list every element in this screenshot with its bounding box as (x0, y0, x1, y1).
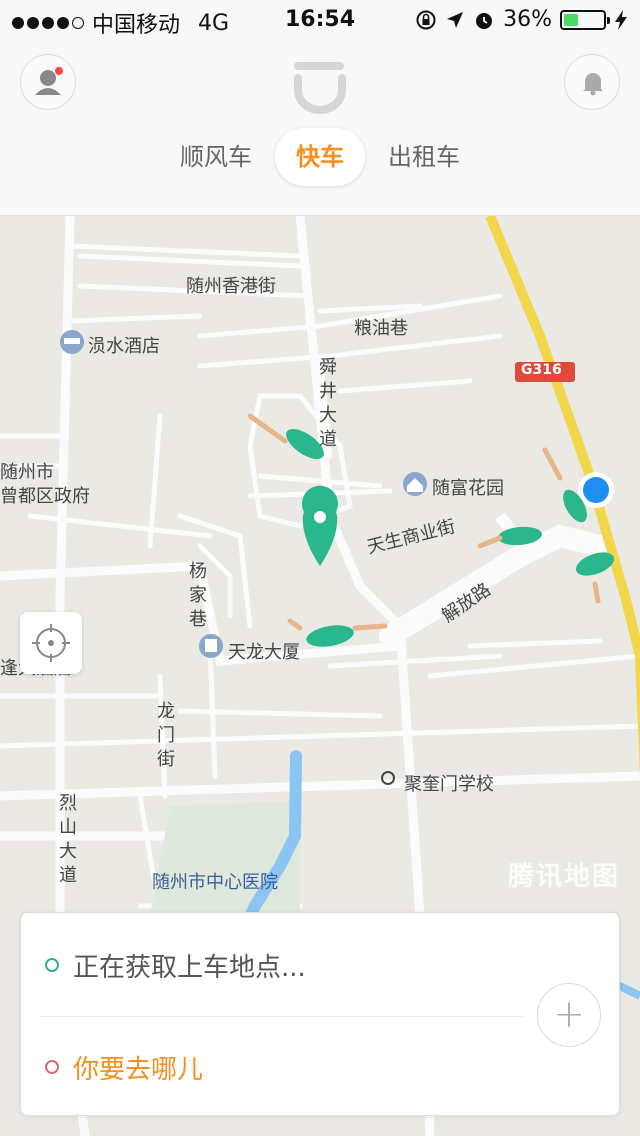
map-label: 粮油巷 (354, 318, 408, 339)
map-label: 杨家巷 (189, 561, 207, 630)
destination-row[interactable]: 你要去哪儿 (45, 1017, 595, 1117)
user-icon (35, 70, 61, 95)
map-label: 龙门街 (157, 701, 175, 770)
status-bar: 中国移动 4G 16:54 36% (0, 0, 640, 40)
map-label: 聚奎门学校 (404, 774, 494, 795)
map-watermark: 腾讯地图 (507, 862, 620, 892)
map-label: 曾都区政府 (0, 486, 90, 507)
app-header: 顺风车 快车 出租车 (0, 40, 640, 216)
hotel-poi-icon (60, 330, 84, 354)
battery-icon (560, 9, 610, 30)
map-label: 舜井大道 (319, 357, 337, 450)
didi-logo-icon (294, 62, 346, 114)
highway-badge: G316 (521, 362, 562, 378)
destination-text: 你要去哪儿 (73, 1054, 204, 1085)
location-arrow-icon (447, 11, 464, 28)
battery-fill (564, 13, 578, 26)
notifications-button[interactable] (564, 54, 620, 110)
map-label: 随州市中心医院 (152, 872, 278, 893)
building-poi-icon (199, 634, 223, 658)
locate-me-button[interactable] (20, 612, 82, 674)
map-label: 天龙大厦 (228, 642, 300, 663)
residence-poi-icon (403, 472, 427, 496)
add-stop-button[interactable]: + (537, 983, 601, 1047)
battery-percent: 36% (503, 7, 552, 32)
notification-dot (55, 67, 63, 75)
pickup-row[interactable]: 正在获取上车地点... (45, 915, 595, 1015)
alarm-icon (476, 12, 493, 29)
map-label: 烈山大道 (59, 793, 77, 886)
destination-dot-icon (45, 1060, 59, 1074)
tab-taxi[interactable]: 出租车 (378, 128, 470, 186)
tab-hitch[interactable]: 顺风车 (170, 128, 262, 186)
map-label: 随富花园 (432, 478, 504, 499)
map-label: 随州香港街 (186, 276, 276, 297)
tab-express[interactable]: 快车 (275, 128, 365, 186)
pickup-dot-icon (45, 958, 59, 972)
map-label: 涢水酒店 (88, 336, 160, 357)
crosshair-icon (32, 624, 70, 662)
profile-button[interactable] (20, 54, 76, 110)
charging-bolt-icon (615, 9, 627, 30)
status-right: 36% (415, 7, 628, 32)
map-pin-icon (302, 485, 339, 566)
service-tabs: 顺风车 快车 出租车 (0, 128, 640, 188)
rotation-lock-icon (416, 10, 436, 29)
pickup-text: 正在获取上车地点... (73, 952, 306, 983)
map-label: 随州市 (0, 462, 54, 483)
bell-icon (583, 73, 603, 96)
trip-card: 正在获取上车地点... 你要去哪儿 + (20, 912, 620, 1116)
